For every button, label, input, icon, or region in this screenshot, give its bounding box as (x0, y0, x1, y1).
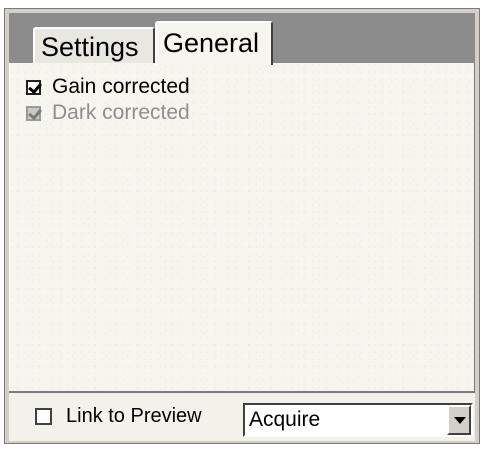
gain-corrected-option[interactable]: Gain corrected (26, 75, 190, 99)
dark-corrected-label: Dark corrected (52, 101, 190, 124)
tab-settings-label: Settings (41, 32, 139, 62)
dark-corrected-option: Dark corrected (26, 101, 190, 125)
acquisition-panel: Settings General Gain corrected Dark cor… (4, 8, 480, 444)
dark-corrected-checkbox (26, 105, 42, 121)
tab-general-label: General (163, 28, 260, 58)
mode-select-dropdown-button[interactable] (447, 405, 471, 435)
link-to-preview-option[interactable]: Link to Preview (35, 405, 202, 428)
tab-settings[interactable]: Settings (33, 27, 155, 63)
general-tab-content: Gain corrected Dark corrected (9, 63, 475, 391)
checkmark-icon (28, 105, 42, 120)
tab-general[interactable]: General (155, 21, 273, 65)
mode-select-value: Acquire (249, 408, 321, 431)
bottom-bar: Link to Preview Acquire (9, 391, 475, 441)
link-to-preview-label: Link to Preview (66, 405, 202, 427)
checkmark-icon (28, 79, 42, 94)
chevron-down-icon (454, 417, 466, 424)
mode-select[interactable]: Acquire (243, 403, 473, 437)
link-to-preview-checkbox[interactable] (35, 408, 52, 425)
gain-corrected-label: Gain corrected (52, 75, 190, 98)
gain-corrected-checkbox[interactable] (26, 79, 42, 95)
